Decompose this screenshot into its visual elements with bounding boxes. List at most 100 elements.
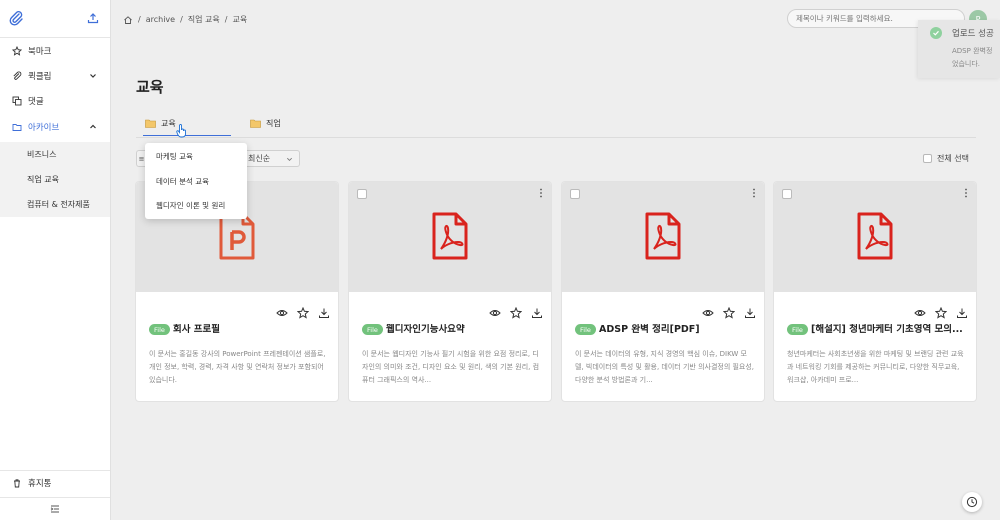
star-icon[interactable] bbox=[510, 307, 522, 319]
upload-icon[interactable] bbox=[87, 12, 99, 24]
select-all-checkbox[interactable]: 전체 선택 bbox=[923, 153, 969, 164]
download-icon[interactable] bbox=[318, 307, 330, 319]
folder-tab-job[interactable]: 직업 bbox=[250, 118, 281, 129]
file-badge: File bbox=[149, 324, 170, 335]
card-actions bbox=[702, 307, 756, 319]
toast-body-line: 었습니다. bbox=[952, 60, 980, 68]
eye-icon[interactable] bbox=[276, 307, 288, 319]
breadcrumb-sep: / bbox=[138, 15, 141, 24]
more-vertical-icon[interactable] bbox=[538, 187, 544, 199]
sidebar-collapse-button[interactable] bbox=[0, 497, 110, 520]
sidebar-item-comments[interactable]: 댓글 bbox=[0, 89, 110, 113]
folder-icon bbox=[12, 122, 22, 132]
star-icon[interactable] bbox=[935, 307, 947, 319]
card-thumbnail[interactable] bbox=[349, 182, 551, 292]
card-actions bbox=[276, 307, 330, 319]
more-vertical-icon[interactable] bbox=[963, 187, 969, 199]
sidebar-item-label: 퀵클립 bbox=[28, 72, 52, 82]
card-checkbox[interactable] bbox=[357, 189, 367, 199]
card-thumbnail[interactable] bbox=[562, 182, 764, 292]
checkbox[interactable] bbox=[923, 154, 932, 163]
download-icon[interactable] bbox=[744, 307, 756, 319]
more-vertical-icon[interactable] bbox=[751, 187, 757, 199]
sort-value: 최신순 bbox=[248, 154, 271, 163]
card-title[interactable]: 웹디자인기능사요약 bbox=[386, 324, 546, 336]
card-title[interactable]: ADSP 완벽 정리[PDF] bbox=[599, 324, 759, 336]
eye-icon[interactable] bbox=[489, 307, 501, 319]
sidebar-item-label: 휴지통 bbox=[28, 479, 52, 489]
card-description: 이 문서는 웹디자인 기능사 필기 시험을 위한 요점 정리로, 디자인의 의미… bbox=[362, 350, 540, 384]
file-card[interactable]: File 웹디자인기능사요약 이 문서는 웹디자인 기능사 필기 시험을 위한 … bbox=[348, 181, 552, 402]
sort-select[interactable]: 최신순 bbox=[244, 150, 300, 167]
eye-icon[interactable] bbox=[914, 307, 926, 319]
download-icon[interactable] bbox=[531, 307, 543, 319]
download-icon[interactable] bbox=[956, 307, 968, 319]
sidebar-item-label: 북마크 bbox=[28, 47, 52, 57]
menu-item-marketing[interactable]: 마케팅 교육 bbox=[156, 151, 193, 162]
toast-body-line: ADSP 완벽정 bbox=[952, 47, 993, 55]
card-actions bbox=[914, 307, 968, 319]
pdf-file-icon bbox=[645, 212, 681, 260]
folder-tab-label: 교육 bbox=[161, 119, 176, 128]
ppt-file-icon bbox=[219, 212, 255, 260]
sidebar-item-label: 아카이브 bbox=[28, 123, 60, 133]
star-icon[interactable] bbox=[723, 307, 735, 319]
chevron-down-icon[interactable] bbox=[89, 72, 97, 80]
sidebar: 북마크 퀵클립 댓글 아카이브 비즈니스 직업 교육 컴퓨터 & 전자제품 휴지… bbox=[0, 0, 111, 520]
sidebar-item-label: 댓글 bbox=[28, 97, 44, 107]
eye-icon[interactable] bbox=[702, 307, 714, 319]
breadcrumb-sep: / bbox=[180, 15, 183, 24]
file-card[interactable]: File [해설지] 청년마케터 기초영역 모의... 청년마케터는 사회초년생… bbox=[773, 181, 977, 402]
toast-body: ADSP 완벽정 었습니다. bbox=[952, 45, 1000, 71]
card-checkbox[interactable] bbox=[782, 189, 792, 199]
card-title[interactable]: 회사 프로필 bbox=[173, 324, 333, 336]
clock-icon bbox=[966, 496, 978, 508]
card-description: 청년마케터는 사회초년생을 위한 마케팅 및 브랜딩 관련 교육과 네트워킹 기… bbox=[787, 350, 964, 384]
folder-icon bbox=[145, 119, 156, 128]
card-thumbnail[interactable] bbox=[774, 182, 976, 292]
folder-tab-label: 직업 bbox=[266, 119, 281, 128]
collapse-menu-icon bbox=[50, 505, 59, 513]
chevron-down-icon bbox=[287, 157, 292, 161]
sidebar-item-bookmark[interactable]: 북마크 bbox=[0, 39, 110, 63]
card-description: 이 문서는 데이터의 유형, 지식 경영의 핵심 이슈, DIKW 모델, 빅데… bbox=[575, 350, 755, 384]
sidebar-sub-label: 컴퓨터 & 전자제품 bbox=[27, 200, 90, 209]
folder-dropdown-menu: 마케팅 교육 데이터 분석 교육 웹디자인 이론 및 원리 bbox=[145, 143, 247, 219]
folder-tab-education[interactable]: 교육 bbox=[145, 118, 176, 129]
active-tab-indicator bbox=[143, 135, 231, 136]
check-circle-icon bbox=[930, 27, 942, 39]
sidebar-item-quickclip[interactable]: 퀵클립 bbox=[0, 64, 110, 88]
star-icon bbox=[12, 46, 22, 56]
card-title[interactable]: [해설지] 청년마케터 기초영역 모의... bbox=[811, 324, 971, 336]
card-actions bbox=[489, 307, 543, 319]
top-bar: / archive / 직업 교육 / 교육 P bbox=[111, 0, 1000, 38]
sidebar-sub-computers[interactable]: 컴퓨터 & 전자제품 bbox=[0, 192, 110, 217]
breadcrumb-item[interactable]: archive bbox=[146, 15, 175, 24]
home-icon[interactable] bbox=[123, 15, 133, 25]
card-checkbox[interactable] bbox=[570, 189, 580, 199]
breadcrumb-item[interactable]: 직업 교육 bbox=[188, 14, 220, 25]
sidebar-sub-label: 비즈니스 bbox=[27, 150, 57, 159]
paperclip-logo-icon[interactable] bbox=[9, 10, 23, 26]
upload-toast: 업로드 성공 ADSP 완벽정 었습니다. bbox=[918, 20, 1000, 78]
pdf-file-icon bbox=[857, 212, 893, 260]
chevron-up-icon[interactable] bbox=[89, 123, 97, 131]
tabs-divider bbox=[136, 137, 976, 138]
breadcrumb: / archive / 직업 교육 / 교육 bbox=[123, 14, 247, 25]
file-card[interactable]: File ADSP 완벽 정리[PDF] 이 문서는 데이터의 유형, 지식 경… bbox=[561, 181, 765, 402]
card-description: 이 문서는 홍길동 강사의 PowerPoint 프레젠테이션 샘플로, 개인 … bbox=[149, 350, 326, 384]
menu-item-web-design[interactable]: 웹디자인 이론 및 원리 bbox=[156, 200, 225, 211]
star-icon[interactable] bbox=[297, 307, 309, 319]
breadcrumb-item[interactable]: 교육 bbox=[232, 14, 247, 25]
sidebar-sub-job-training[interactable]: 직업 교육 bbox=[0, 167, 110, 192]
sidebar-header bbox=[0, 0, 110, 38]
sidebar-sub-label: 직업 교육 bbox=[27, 175, 59, 184]
history-button[interactable] bbox=[962, 492, 982, 512]
sidebar-item-archive[interactable]: 아카이브 bbox=[0, 115, 110, 139]
sidebar-sub-business[interactable]: 비즈니스 bbox=[0, 142, 110, 167]
menu-item-data-analysis[interactable]: 데이터 분석 교육 bbox=[156, 176, 209, 187]
comment-icon bbox=[12, 96, 22, 106]
select-all-label: 전체 선택 bbox=[937, 154, 969, 163]
trash-icon bbox=[12, 478, 22, 488]
sidebar-item-trash[interactable]: 휴지통 bbox=[0, 471, 110, 495]
